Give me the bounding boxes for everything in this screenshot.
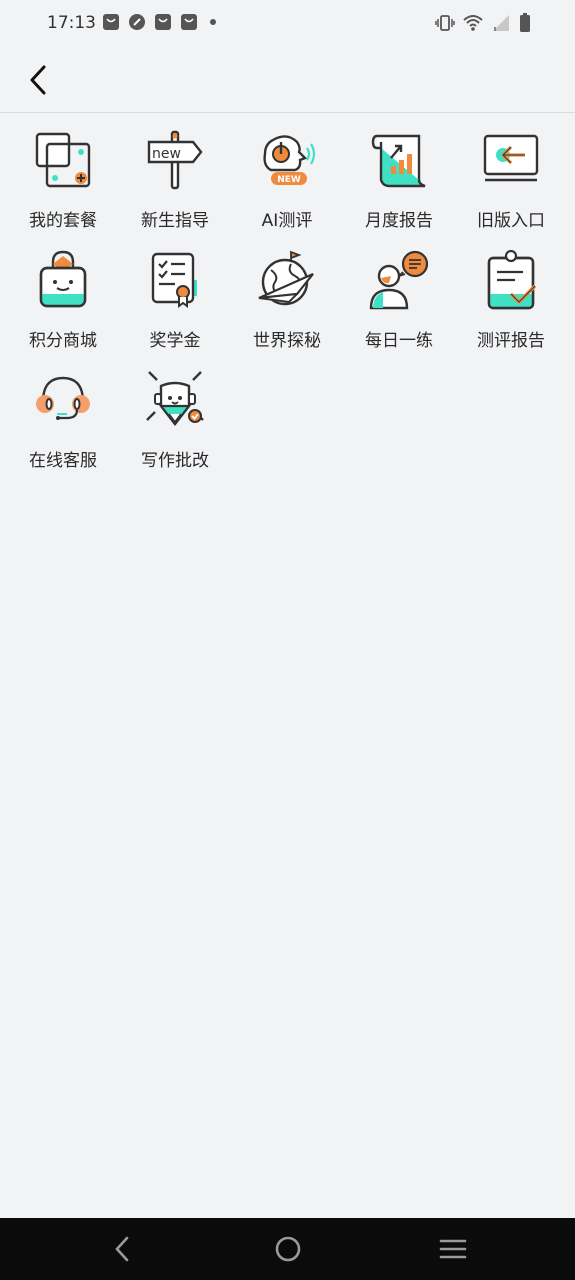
menu-lines-icon	[439, 1239, 467, 1259]
points-mall-icon	[39, 250, 87, 308]
vibrate-icon	[435, 14, 455, 36]
chevron-left-icon	[30, 65, 46, 95]
scholarship-icon	[151, 252, 197, 308]
menu-item-points-mall[interactable]: 积分商城	[7, 242, 119, 352]
menu-item-scholarship[interactable]: 奖学金	[119, 242, 231, 352]
menu-item-ai-assessment[interactable]: NEW AI测评	[231, 122, 343, 232]
nav-home-button[interactable]	[273, 1234, 303, 1264]
daily-practice-icon	[369, 250, 429, 310]
signpost-new-icon: new	[147, 130, 203, 190]
status-bar: 17:13	[0, 0, 575, 46]
menu-item-label: 在线客服	[29, 451, 97, 471]
nav-menu-button[interactable]	[438, 1234, 468, 1264]
system-icons	[435, 13, 531, 37]
menu-item-label: 每日一练	[365, 331, 433, 351]
menu-item-label: AI测评	[261, 211, 313, 231]
writing-correction-icon	[146, 371, 204, 426]
menu-item-label: 写作批改	[141, 451, 209, 471]
ai-assessment-icon: NEW	[263, 135, 316, 185]
assessment-report-icon	[487, 250, 537, 310]
nav-back-button[interactable]	[107, 1234, 137, 1264]
monthly-report-icon	[371, 134, 426, 188]
home-circle-icon	[275, 1236, 301, 1262]
shopping-bag-icon	[102, 13, 120, 35]
customer-service-icon	[36, 376, 90, 420]
dot-icon	[206, 13, 220, 35]
notification-icons	[102, 13, 220, 35]
app-bar	[0, 46, 575, 113]
menu-item-label: 我的套餐	[29, 211, 97, 231]
old-version-entry-icon	[483, 134, 539, 182]
wifi-icon	[463, 14, 483, 36]
svg-text:new: new	[152, 146, 181, 162]
signal-icon	[491, 14, 511, 36]
status-time: 17:13	[47, 13, 96, 33]
compass-icon	[128, 13, 146, 35]
shopping-bag-icon	[180, 13, 198, 35]
package-icon	[35, 132, 91, 188]
menu-item-writing-correction[interactable]: 写作批改	[119, 362, 231, 472]
shopping-bag-icon	[154, 13, 172, 35]
menu-item-daily-practice[interactable]: 每日一练	[343, 242, 455, 352]
menu-item-customer-service[interactable]: 在线客服	[7, 362, 119, 472]
menu-item-my-package[interactable]: 我的套餐	[7, 122, 119, 232]
menu-item-newbie-guide[interactable]: new 新生指导	[119, 122, 231, 232]
back-triangle-icon	[115, 1236, 129, 1262]
menu-item-assessment-report[interactable]: 测评报告	[455, 242, 567, 352]
menu-item-label: 旧版入口	[477, 211, 545, 231]
menu-item-label: 奖学金	[149, 331, 201, 351]
menu-item-monthly-report[interactable]: 月度报告	[343, 122, 455, 232]
menu-item-label: 测评报告	[477, 331, 545, 351]
back-button[interactable]	[20, 60, 56, 100]
new-badge: NEW	[277, 175, 301, 185]
system-nav-bar	[0, 1218, 575, 1280]
menu-item-old-version-entry[interactable]: 旧版入口	[455, 122, 567, 232]
battery-icon	[519, 13, 531, 37]
menu-item-label: 积分商城	[29, 331, 97, 351]
menu-item-world-explore[interactable]: 世界探秘	[231, 242, 343, 352]
menu-item-label: 世界探秘	[253, 331, 321, 351]
menu-item-label: 月度报告	[365, 211, 433, 231]
menu-item-label: 新生指导	[141, 211, 209, 231]
world-explore-icon	[258, 250, 314, 306]
